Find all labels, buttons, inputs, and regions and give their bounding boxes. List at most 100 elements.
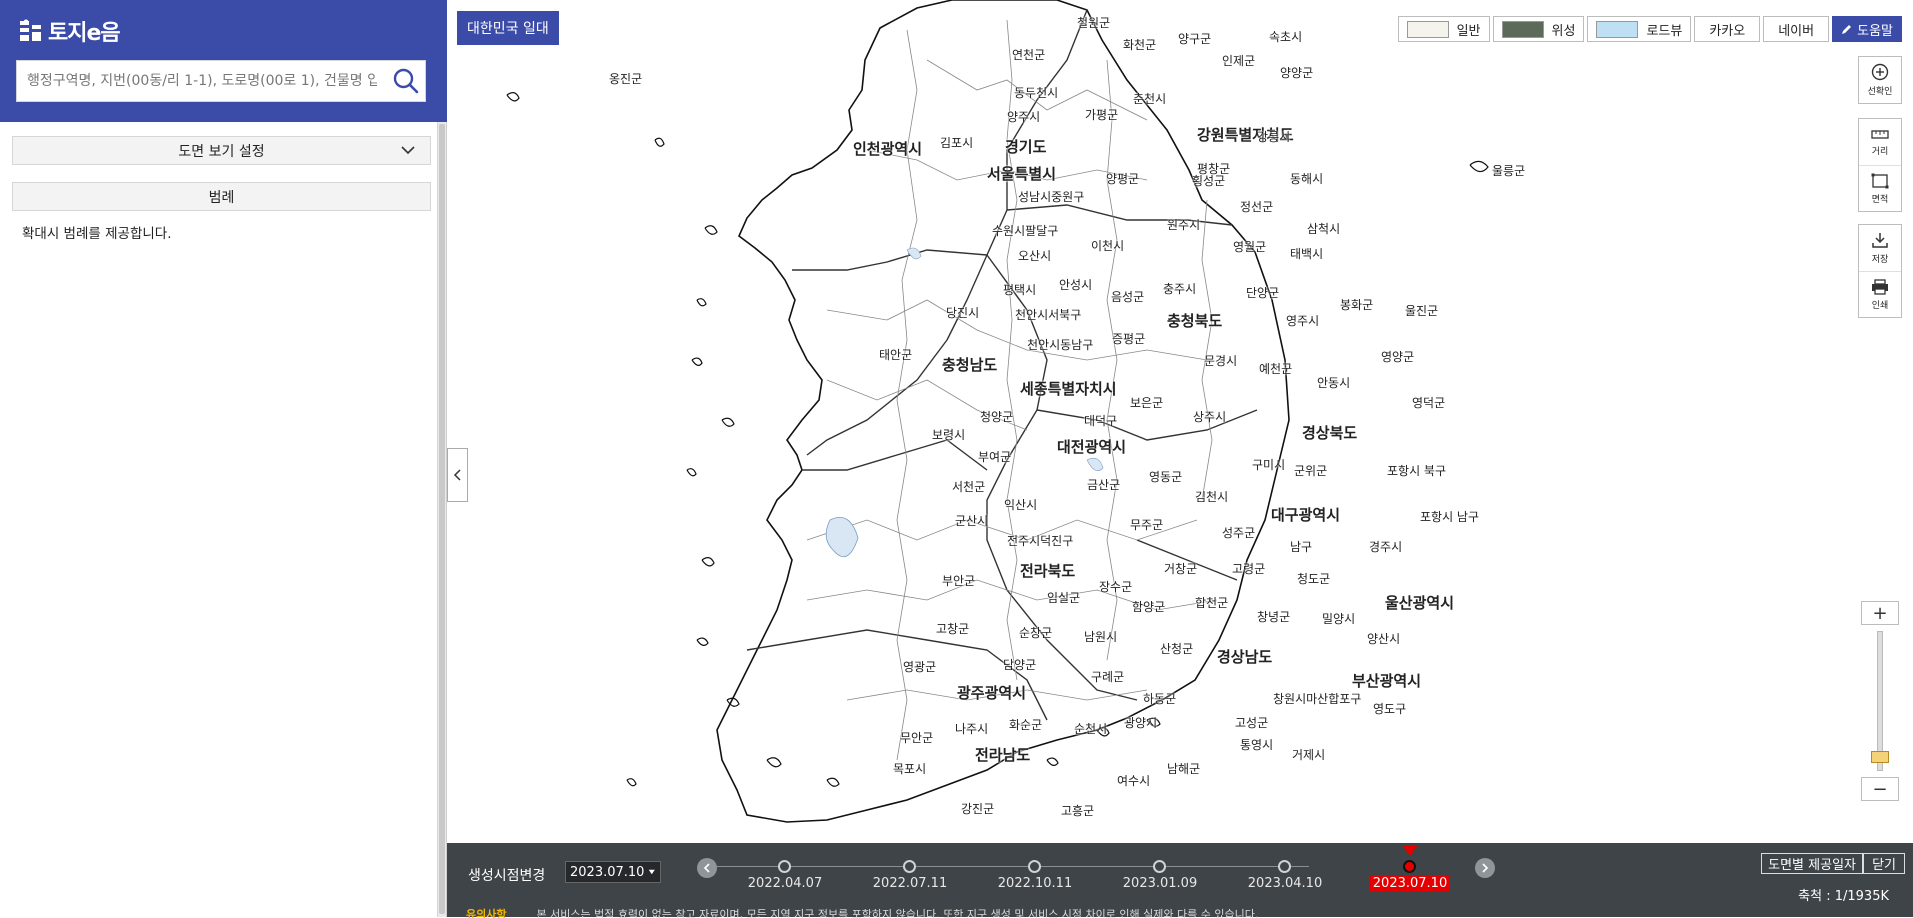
zoom-in-button[interactable]: + <box>1861 601 1899 625</box>
timeline-node[interactable] <box>1028 860 1041 873</box>
tool-group-measure: 거리 면적 <box>1858 118 1902 212</box>
region-label: 울릉군 <box>1492 164 1526 178</box>
zoom-out-button[interactable]: − <box>1861 777 1899 801</box>
timeline-date-label[interactable]: 2022.07.11 <box>870 875 950 892</box>
timeline-selected-value: 2023.07.10 <box>570 864 645 880</box>
search-button[interactable] <box>387 61 425 101</box>
region-label: 무주군 <box>1130 518 1164 532</box>
region-label: 부산광역시 <box>1352 672 1422 690</box>
region-label: 화천군 <box>1123 38 1157 52</box>
map-type-naver[interactable]: 네이버 <box>1763 16 1830 42</box>
close-button[interactable]: 닫기 <box>1863 853 1905 874</box>
region-label: 화순군 <box>1009 718 1043 732</box>
region-label: 단양군 <box>1246 286 1280 300</box>
region-label: 충주시 <box>1163 282 1197 296</box>
region-label: 횡성군 <box>1192 174 1226 188</box>
region-label: 고성군 <box>1235 716 1269 730</box>
timeline-date-label[interactable]: 2023.01.09 <box>1120 875 1200 892</box>
region-label: 양양군 <box>1280 66 1314 80</box>
region-label: 양평군 <box>1106 172 1140 186</box>
region-label: 가평군 <box>1085 108 1119 122</box>
region-label: 영월군 <box>1233 240 1267 254</box>
map-type-kakao[interactable]: 카카오 <box>1694 16 1761 42</box>
download-icon <box>1872 233 1888 248</box>
timeline-date-label[interactable]: 2023.04.10 <box>1245 875 1325 892</box>
provide-date-button[interactable]: 도면별 제공일자 <box>1761 853 1863 874</box>
timeline-node[interactable] <box>778 860 791 873</box>
region-label: 담양군 <box>1003 658 1037 672</box>
region-label: 상주시 <box>1193 410 1227 424</box>
tool-group-zoom-select: 선확인 <box>1858 56 1902 104</box>
save-tool[interactable]: 저장 <box>1859 225 1901 271</box>
region-label: 보령시 <box>932 428 966 442</box>
region-label: 산청군 <box>1160 642 1194 656</box>
region-label: 동해시 <box>1290 172 1324 186</box>
collapse-sidebar-button[interactable] <box>447 448 468 502</box>
region-label: 구례군 <box>1091 670 1125 684</box>
map-type-label: 로드뷰 <box>1646 23 1683 39</box>
region-label: 태백시 <box>1290 247 1324 261</box>
region-label: 영주시 <box>1286 314 1320 328</box>
region-label: 영양군 <box>1381 350 1415 364</box>
tool-label: 선확인 <box>1867 87 1893 97</box>
region-label: 포항시 북구 <box>1387 464 1447 478</box>
map-type-label: 일반 <box>1456 23 1481 39</box>
timeline-node[interactable] <box>1278 860 1291 873</box>
region-label: 경상남도 <box>1217 648 1273 666</box>
legend-label: 범례 <box>208 189 235 206</box>
timeline-node[interactable] <box>1403 860 1416 873</box>
map-canvas[interactable]: 인천광역시 경기도 서울특별시 강원특별자치도 충청북도 충청남도 세종특별자치… <box>447 0 1913 843</box>
print-tool[interactable]: 인쇄 <box>1859 271 1901 317</box>
legend-note: 확대시 범례를 제공합니다. <box>22 226 172 242</box>
area-tool[interactable]: 면적 <box>1859 165 1901 211</box>
timeline-label: 생성시점변경 <box>468 868 546 884</box>
timeline-prev-button[interactable] <box>697 858 717 878</box>
distance-tool[interactable]: 거리 <box>1859 119 1901 165</box>
region-label: 충청북도 <box>1167 312 1223 330</box>
region-label: 장수군 <box>1099 580 1133 594</box>
chevron-left-icon <box>453 469 461 481</box>
region-label: 남해군 <box>1167 762 1201 776</box>
map-type-roadview[interactable]: 로드뷰 <box>1587 16 1692 42</box>
caret-down-icon <box>649 869 656 875</box>
search-input[interactable] <box>17 61 387 101</box>
legend-header[interactable]: 범례 <box>12 182 431 211</box>
map-type-general[interactable]: 일반 <box>1397 16 1490 42</box>
timeline-node[interactable] <box>903 860 916 873</box>
view-settings-toggle[interactable]: 도면 보기 설정 <box>12 136 431 165</box>
sidebar-body: 도면 보기 설정 범례 확대시 범례를 제공합니다. <box>0 122 437 917</box>
zoom-slider-track[interactable] <box>1877 631 1883 771</box>
sidebar-scrollbar[interactable] <box>437 122 446 917</box>
zoom-slider-handle[interactable] <box>1871 751 1889 763</box>
region-label: 안동시 <box>1317 376 1351 390</box>
map-type-satellite[interactable]: 위성 <box>1492 16 1585 42</box>
region-label: 충청남도 <box>942 356 998 374</box>
region-label: 경상북도 <box>1302 424 1358 442</box>
region-label: 대전광역시 <box>1057 438 1127 456</box>
general-map-thumb-icon <box>1406 20 1449 38</box>
help-label: 도움말 <box>1857 23 1893 39</box>
help-button[interactable]: 도움말 <box>1832 16 1902 42</box>
timeline-date-label[interactable]: 2023.07.10 <box>1370 875 1450 892</box>
area-badge[interactable]: 대한민국 일대 <box>457 11 559 45</box>
chevron-down-icon <box>400 143 416 161</box>
map-type-toolbar: 일반 위성 로드뷰 카카오 네이버 도움말 <box>1397 16 1902 42</box>
region-label: 군산시 <box>955 514 989 528</box>
site-logo[interactable]: 토지e음 <box>20 16 121 46</box>
select-zoom-tool[interactable]: 선확인 <box>1859 57 1901 103</box>
timeline-next-button[interactable] <box>1475 858 1495 878</box>
region-label: 연천군 <box>1012 48 1046 62</box>
region-label: 영덕군 <box>1412 396 1446 410</box>
region-label: 영광군 <box>903 660 937 674</box>
region-label: 수원시팔달구 <box>992 224 1059 238</box>
map-type-label: 카카오 <box>1709 23 1746 39</box>
timeline-date-select[interactable]: 2023.07.10 <box>565 861 661 883</box>
timeline-date-label[interactable]: 2022.04.07 <box>745 875 825 892</box>
region-label: 금산군 <box>1087 478 1121 492</box>
timeline-node[interactable] <box>1153 860 1166 873</box>
region-label: 보은군 <box>1130 396 1164 410</box>
region-label: 광양시 <box>1124 716 1158 730</box>
timeline-date-label[interactable]: 2022.10.11 <box>995 875 1075 892</box>
region-label: 익산시 <box>1004 498 1038 512</box>
region-label: 고흥군 <box>1061 804 1095 818</box>
